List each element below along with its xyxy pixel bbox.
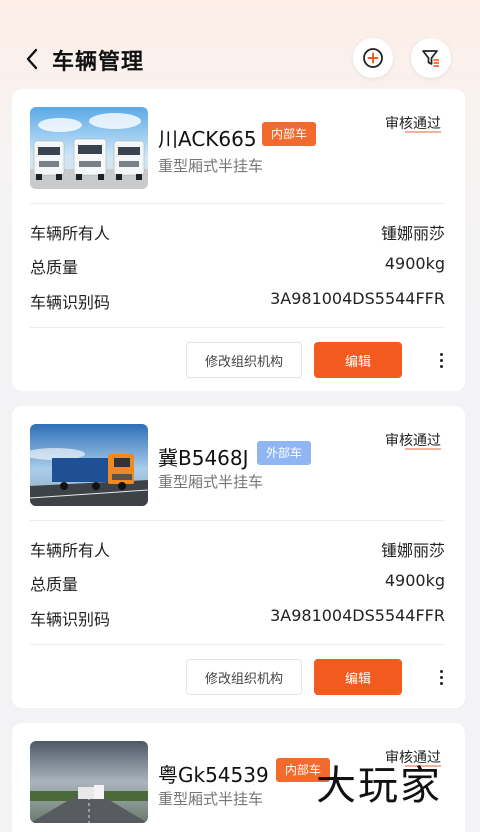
vin-value: 3A981004DS5544FFR	[270, 606, 445, 625]
status-badge: 审核通过	[385, 433, 441, 449]
weight-value: 4900kg	[384, 254, 445, 273]
top-app-bar: 车辆管理	[0, 0, 480, 90]
edit-button[interactable]: 编辑	[314, 342, 402, 378]
vehicle-photo	[30, 424, 148, 506]
owner-value: 锺娜丽莎	[380, 224, 445, 243]
divider	[30, 203, 445, 204]
vehicle-type: 重型厢式半挂车	[158, 157, 264, 175]
status-badge: 审核通过	[385, 116, 441, 132]
vin-label: 车辆识别码	[30, 293, 111, 312]
modify-org-button[interactable]: 修改组织机构	[186, 659, 302, 695]
divider	[30, 327, 445, 328]
vehicle-card[interactable]: 川ACK665 内部车 重型厢式半挂车 审核通过 车辆所有人 锺娜丽莎 总质量 …	[12, 89, 465, 391]
plus-circle-icon	[363, 48, 383, 68]
watermark-logo: 大玩家	[316, 763, 442, 809]
page-title: 车辆管理	[52, 50, 145, 75]
vehicle-photo	[30, 741, 148, 823]
modify-org-button[interactable]: 修改组织机构	[186, 342, 302, 378]
vehicle-category-badge: 外部车	[257, 441, 312, 465]
divider	[30, 644, 445, 645]
weight-label: 总质量	[30, 258, 79, 277]
vehicle-category-badge: 内部车	[262, 122, 317, 146]
weight-value: 4900kg	[384, 571, 445, 590]
owner-label: 车辆所有人	[30, 541, 111, 560]
divider	[30, 520, 445, 521]
more-options-icon[interactable]	[431, 659, 451, 695]
weight-label: 总质量	[30, 575, 79, 594]
status-underline	[405, 448, 441, 450]
filter-button[interactable]	[411, 38, 451, 78]
vin-label: 车辆识别码	[30, 610, 111, 629]
vehicle-plate: 川ACK665	[158, 127, 257, 151]
vehicle-photo	[30, 107, 148, 189]
vehicle-type: 重型厢式半挂车	[158, 790, 264, 808]
vehicle-plate: 冀B5468J	[158, 446, 249, 470]
status-underline	[405, 131, 441, 133]
more-options-icon[interactable]	[431, 342, 451, 378]
vehicle-type: 重型厢式半挂车	[158, 473, 264, 491]
add-vehicle-button[interactable]	[353, 38, 393, 78]
edit-button[interactable]: 编辑	[314, 659, 402, 695]
vehicle-card[interactable]: 冀B5468J 外部车 重型厢式半挂车 审核通过 车辆所有人 锺娜丽莎 总质量 …	[12, 406, 465, 708]
owner-label: 车辆所有人	[30, 224, 111, 243]
vehicle-plate: 粤Gk54539	[158, 763, 269, 787]
filter-icon	[422, 50, 439, 67]
owner-value: 锺娜丽莎	[380, 541, 445, 560]
vin-value: 3A981004DS5544FFR	[270, 289, 445, 308]
back-button[interactable]	[20, 46, 44, 72]
chevron-left-icon	[26, 48, 38, 70]
